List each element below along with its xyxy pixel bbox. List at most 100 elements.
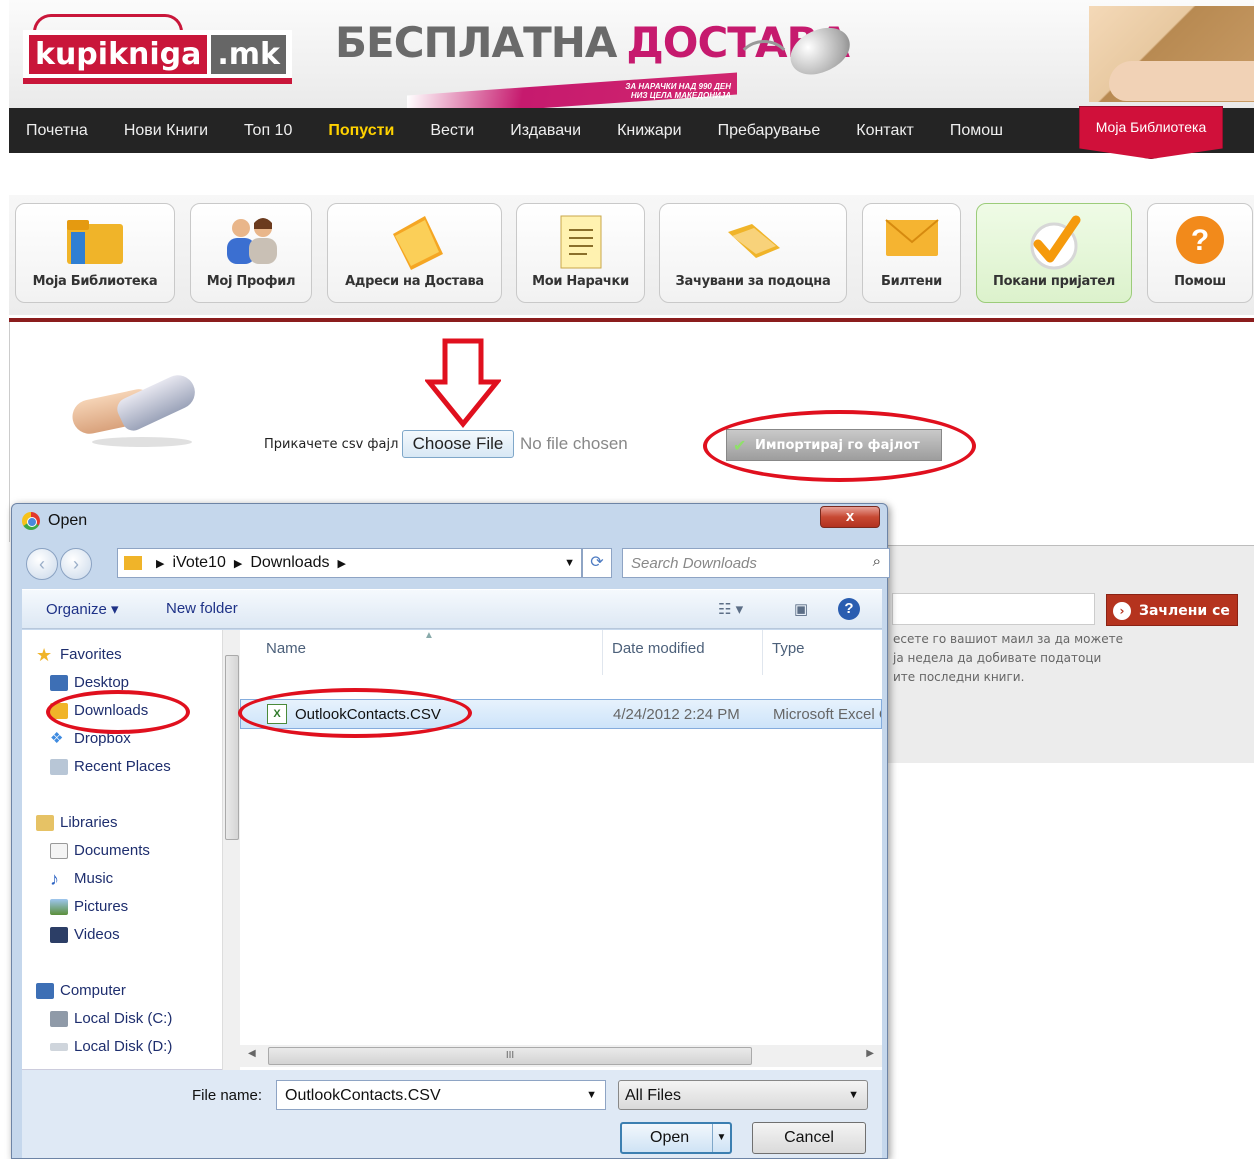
- subscribe-email-input[interactable]: [892, 593, 1095, 625]
- nav-item-bookstores[interactable]: Книжари: [617, 122, 682, 140]
- breadcrumb-item-downloads[interactable]: Downloads: [250, 554, 329, 572]
- nav-item-discounts[interactable]: Попусти: [328, 122, 394, 140]
- nav-item-news[interactable]: Вести: [430, 122, 474, 140]
- toolbar-saved-for-later[interactable]: Зачувани за подоцна: [659, 203, 847, 303]
- file-name-input[interactable]: OutlookContacts.CSV ▼: [276, 1080, 606, 1110]
- chevron-down-icon[interactable]: ▼: [586, 1089, 597, 1101]
- column-header-name[interactable]: Name: [266, 640, 306, 657]
- nav-item-my-library[interactable]: Моја Библиотека: [1079, 106, 1223, 159]
- forward-button[interactable]: ›: [60, 548, 92, 580]
- toolbar-newsletters[interactable]: Билтени: [862, 203, 961, 303]
- help-icon[interactable]: ?: [838, 598, 860, 620]
- subscribe-description: есете го вашиот маил за да можете ја нед…: [893, 630, 1193, 687]
- preview-pane-icon[interactable]: ▣: [794, 600, 808, 618]
- column-header-type[interactable]: Type: [772, 640, 805, 657]
- toolbar-label: Адреси на Достава: [345, 274, 484, 289]
- tree-item-recent-places[interactable]: Recent Places: [50, 758, 171, 775]
- toolbar-help[interactable]: ? Помош: [1147, 203, 1253, 303]
- tree-label: Recent Places: [74, 758, 171, 775]
- scrollbar-thumb[interactable]: III: [268, 1047, 752, 1065]
- toolbar-my-profile[interactable]: Мој Профил: [190, 203, 312, 303]
- column-header-date[interactable]: Date modified: [612, 640, 705, 657]
- open-button[interactable]: Open ▼: [620, 1122, 732, 1154]
- view-options-icon[interactable]: ☷ ▾: [718, 600, 743, 618]
- open-file-dialog: Open x ‹ › ▶ iVote10 ▶ Downloads ▶ ▼ ⟳ S…: [11, 503, 890, 1159]
- tree-item-disk-c[interactable]: Local Disk (C:): [50, 1010, 172, 1027]
- tree-label: Desktop: [74, 674, 130, 691]
- down-arrow-annotation: [425, 338, 501, 428]
- scrollbar-thumb[interactable]: [225, 655, 239, 840]
- refresh-button[interactable]: ⟳: [582, 548, 612, 578]
- dialog-titlebar: Open: [22, 512, 87, 530]
- file-name-label: File name:: [192, 1087, 263, 1104]
- videos-icon: [50, 926, 68, 943]
- tree-libraries[interactable]: Libraries: [36, 814, 118, 831]
- organize-menu[interactable]: Organize ▾: [46, 600, 119, 618]
- promo-sub-line1: ЗА НАРАЧКИ НАД 990 ДЕН: [625, 82, 731, 91]
- subscribe-button-label: Зачлени се: [1139, 603, 1230, 619]
- back-button[interactable]: ‹: [26, 548, 58, 580]
- tree-item-documents[interactable]: Documents: [50, 842, 150, 859]
- column-divider[interactable]: [762, 630, 763, 675]
- help-icon: ?: [1176, 216, 1224, 264]
- account-toolbar: Моја Библиотека Мој Профил Адреси на Дос…: [9, 195, 1254, 315]
- toolbar-label: Помош: [1174, 274, 1226, 289]
- checkmark-icon: [1030, 215, 1081, 270]
- choose-file-button[interactable]: Choose File: [402, 430, 514, 458]
- toolbar-delivery-addresses[interactable]: Адреси на Достава: [327, 203, 502, 303]
- handshake-shadow: [92, 437, 192, 447]
- tree-label: Music: [74, 870, 114, 887]
- subscribe-text-line: ја недела да добивате податоци: [893, 651, 1102, 665]
- toolbar-invite-friend[interactable]: Покани пријател: [976, 203, 1132, 303]
- file-type-select[interactable]: All Files ▼: [618, 1080, 868, 1110]
- dialog-footer: File name: OutlookContacts.CSV ▼ All Fil…: [22, 1070, 882, 1158]
- command-bar: Organize ▾ New folder ☷ ▾ ▣ ?: [22, 589, 882, 629]
- desktop-icon: [50, 674, 68, 691]
- cancel-button[interactable]: Cancel: [752, 1122, 866, 1154]
- tree-item-music[interactable]: ♪ Music: [50, 870, 114, 888]
- subscribe-button[interactable]: › Зачлени се: [1106, 594, 1238, 626]
- file-list-scrollbar[interactable]: ◀ III ▶: [240, 1045, 882, 1067]
- tree-item-disk-d[interactable]: Local Disk (D:): [50, 1038, 172, 1055]
- scroll-right-icon[interactable]: ▶: [866, 1048, 874, 1059]
- scroll-left-icon[interactable]: ◀: [248, 1048, 256, 1059]
- tree-item-pictures[interactable]: Pictures: [50, 898, 128, 915]
- downloads-highlight-circle: [46, 690, 190, 734]
- search-icon: ⌕: [872, 553, 881, 570]
- tree-label: Videos: [74, 926, 120, 943]
- breadcrumb-item-user[interactable]: iVote10: [172, 554, 225, 572]
- nav-item-home[interactable]: Почетна: [26, 122, 88, 140]
- hand-graphic: [1109, 61, 1254, 101]
- search-input[interactable]: Search Downloads ⌕: [622, 548, 890, 578]
- toolbar-my-orders[interactable]: Мои Нарачки: [516, 203, 645, 303]
- tree-computer[interactable]: Computer: [36, 982, 126, 999]
- tree-item-videos[interactable]: Videos: [50, 926, 120, 943]
- open-split-arrow-icon[interactable]: ▼: [712, 1124, 730, 1152]
- new-folder-button[interactable]: New folder: [166, 600, 238, 617]
- nav-item-help[interactable]: Помош: [950, 122, 1003, 140]
- open-button-label: Open: [650, 1129, 690, 1146]
- chevron-down-icon[interactable]: ▼: [564, 557, 575, 569]
- tree-scrollbar[interactable]: [222, 630, 240, 1070]
- close-button[interactable]: x: [820, 506, 880, 528]
- tree-label: Local Disk (D:): [74, 1038, 173, 1055]
- nav-item-new-books[interactable]: Нови Книги: [124, 122, 208, 140]
- file-highlight-circle: [238, 688, 472, 738]
- site-logo[interactable]: kupikniga .mk: [23, 30, 292, 84]
- toolbar-label: Мој Профил: [206, 274, 296, 289]
- computer-icon: [36, 982, 54, 999]
- nav-item-publishers[interactable]: Издавачи: [510, 122, 581, 140]
- breadcrumb-separator: ▶: [156, 557, 165, 570]
- envelope-icon: [884, 219, 939, 256]
- nav-item-search[interactable]: Пребарување: [718, 122, 821, 140]
- libraries-icon: [36, 814, 54, 831]
- column-divider[interactable]: [602, 630, 603, 675]
- tree-item-desktop[interactable]: Desktop: [50, 674, 129, 691]
- tree-favorites[interactable]: ★ Favorites: [36, 646, 122, 664]
- tree-label: Pictures: [74, 898, 129, 915]
- page-root: kupikniga .mk БЕСПЛАТНА ДОСТАВА ЗА НАРАЧК…: [0, 0, 1254, 1159]
- breadcrumb[interactable]: ▶ iVote10 ▶ Downloads ▶ ▼: [117, 548, 582, 578]
- nav-item-top10[interactable]: Топ 10: [244, 122, 292, 140]
- toolbar-my-library[interactable]: Моја Библиотека: [15, 203, 175, 303]
- nav-item-contact[interactable]: Контакт: [856, 122, 914, 140]
